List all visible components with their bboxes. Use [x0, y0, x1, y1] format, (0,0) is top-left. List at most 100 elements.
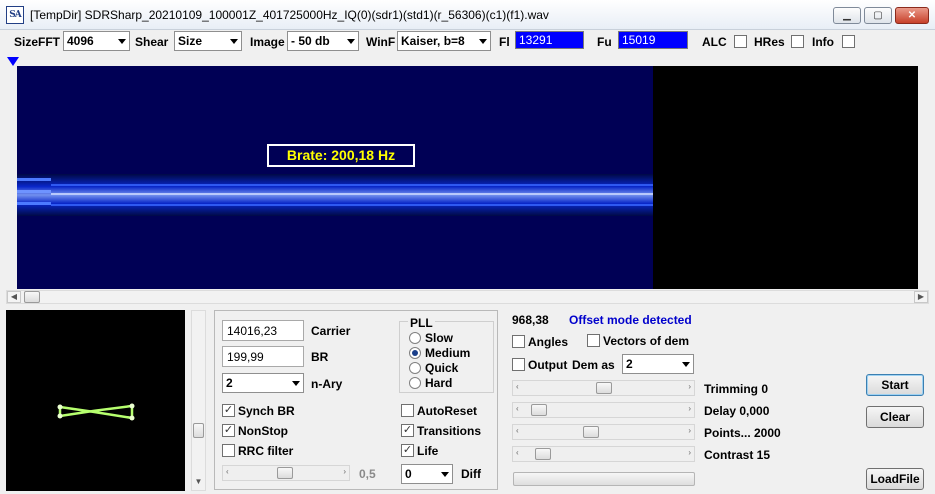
trimming-slider-thumb[interactable]	[596, 382, 612, 394]
toolbar: SizeFFT 4096 Shear Size Image - 50 db Wi…	[0, 30, 935, 56]
br-field[interactable]: 199,99	[222, 346, 304, 367]
minimize-button[interactable]: ▁	[833, 7, 861, 24]
slider-right-icon[interactable]: ›	[688, 426, 691, 435]
diff-select[interactable]: 0	[401, 464, 453, 484]
chevron-down-icon	[441, 472, 449, 477]
progress-bar	[513, 472, 695, 486]
nonstop-checkbox[interactable]: ✓	[222, 424, 235, 437]
nonstop-label: NonStop	[238, 424, 288, 438]
slider-right-icon[interactable]: ›	[688, 448, 691, 457]
alc-checkbox[interactable]	[734, 35, 747, 48]
autoreset-label: AutoReset	[417, 404, 478, 418]
spectrum-display[interactable]: Brate: 200,18 Hz	[17, 66, 918, 289]
br-label: BR	[311, 350, 329, 364]
close-button[interactable]: ✕	[895, 7, 929, 24]
chevron-down-icon	[682, 362, 690, 367]
chevron-down-icon	[118, 39, 126, 44]
angles-label: Angles	[528, 335, 569, 349]
nary-label: n-Ary	[311, 377, 343, 391]
sizefft-select[interactable]: 4096	[63, 31, 130, 51]
scroll-left-icon[interactable]: ◀	[7, 291, 21, 303]
synch-br-checkbox[interactable]: ✓	[222, 404, 235, 417]
maximize-button[interactable]: ▢	[864, 7, 892, 24]
slider-right-icon[interactable]: ›	[688, 382, 691, 391]
offset-mode-message: Offset mode detected	[569, 313, 692, 327]
sizefft-value: 4096	[67, 34, 94, 48]
trimming-slider[interactable]: ‹ ›	[512, 380, 695, 396]
fl-field[interactable]: 13291	[515, 31, 584, 49]
image-value: - 50 db	[291, 34, 330, 48]
constellation-display[interactable]	[6, 310, 185, 491]
fu-label: Fu	[597, 35, 612, 49]
life-label: Life	[417, 444, 439, 458]
vscroll-thumb[interactable]	[193, 423, 204, 438]
nary-select[interactable]: 2	[222, 373, 304, 393]
constellation-plot	[57, 403, 135, 421]
scroll-right-icon[interactable]: ▶	[914, 291, 928, 303]
loadfile-button[interactable]: LoadFile	[866, 468, 924, 490]
vectors-checkbox[interactable]	[587, 334, 600, 347]
rrc-slider-thumb[interactable]	[277, 467, 293, 479]
dem-as-value: 2	[626, 357, 633, 371]
info-checkbox[interactable]	[842, 35, 855, 48]
info-label: Info	[812, 35, 834, 49]
rrc-label: RRC filter	[238, 444, 294, 458]
chevron-down-icon	[230, 39, 238, 44]
angles-checkbox[interactable]	[512, 335, 525, 348]
title-bar: SA [TempDir] SDRSharp_20210109_100001Z_4…	[0, 0, 935, 30]
image-select[interactable]: - 50 db	[287, 31, 359, 51]
winf-value: Kaiser, b=8	[401, 34, 465, 48]
pll-quick-radio[interactable]	[409, 362, 421, 374]
scroll-down-icon[interactable]: ▼	[193, 477, 204, 489]
pll-quick-label: Quick	[425, 361, 459, 375]
autoreset-checkbox[interactable]	[401, 404, 414, 417]
contrast-label: Contrast 15	[704, 448, 771, 462]
pll-hard-radio[interactable]	[409, 377, 421, 389]
contrast-slider[interactable]: ‹ ›	[512, 446, 695, 462]
transitions-label: Transitions	[417, 424, 482, 438]
slider-left-icon[interactable]: ‹	[516, 426, 519, 435]
diff-label: Diff	[461, 467, 481, 481]
slider-right-icon[interactable]: ›	[343, 467, 346, 476]
hres-checkbox[interactable]	[791, 35, 804, 48]
pll-medium-radio[interactable]	[409, 347, 421, 359]
shear-label: Shear	[135, 35, 169, 49]
fu-field[interactable]: 15019	[618, 31, 688, 49]
synch-br-label: Synch BR	[238, 404, 295, 418]
rrc-checkbox[interactable]	[222, 444, 235, 457]
sizefft-label: SizeFFT	[14, 35, 61, 49]
chevron-down-icon	[347, 39, 355, 44]
points-slider[interactable]: ‹ ›	[512, 424, 695, 440]
carrier-field[interactable]: 14016,23	[222, 320, 304, 341]
pll-hard-label: Hard	[425, 376, 453, 390]
transitions-checkbox[interactable]: ✓	[401, 424, 414, 437]
slider-left-icon[interactable]: ‹	[516, 382, 519, 391]
output-label: Output	[528, 358, 568, 372]
pll-slow-radio[interactable]	[409, 332, 421, 344]
delay-slider-thumb[interactable]	[531, 404, 547, 416]
winf-select[interactable]: Kaiser, b=8	[397, 31, 491, 51]
slider-left-icon[interactable]: ‹	[516, 404, 519, 413]
scrollbar-thumb[interactable]	[24, 291, 40, 303]
delay-slider[interactable]: ‹ ›	[512, 402, 695, 418]
slider-left-icon[interactable]: ‹	[226, 467, 229, 476]
clear-button[interactable]: Clear	[866, 406, 924, 428]
start-button[interactable]: Start	[866, 374, 924, 396]
slider-left-icon[interactable]: ‹	[516, 448, 519, 457]
life-checkbox[interactable]: ✓	[401, 444, 414, 457]
constellation-scrollbar[interactable]: ▼	[191, 310, 206, 491]
spectrum-scrollbar[interactable]: ◀ ▶	[6, 290, 929, 304]
pll-slow-label: Slow	[425, 331, 454, 345]
rrc-slider[interactable]: ‹ ›	[222, 465, 350, 481]
chevron-down-icon	[479, 39, 487, 44]
app-icon[interactable]: SA	[6, 6, 24, 24]
trimming-label: Trimming 0	[704, 382, 769, 396]
brate-label: Brate: 200,18 Hz	[267, 144, 415, 167]
output-checkbox[interactable]	[512, 358, 525, 371]
points-slider-thumb[interactable]	[583, 426, 599, 438]
contrast-slider-thumb[interactable]	[535, 448, 551, 460]
image-label: Image	[250, 35, 285, 49]
shear-select[interactable]: Size	[174, 31, 242, 51]
dem-as-select[interactable]: 2	[622, 354, 694, 374]
slider-right-icon[interactable]: ›	[688, 404, 691, 413]
